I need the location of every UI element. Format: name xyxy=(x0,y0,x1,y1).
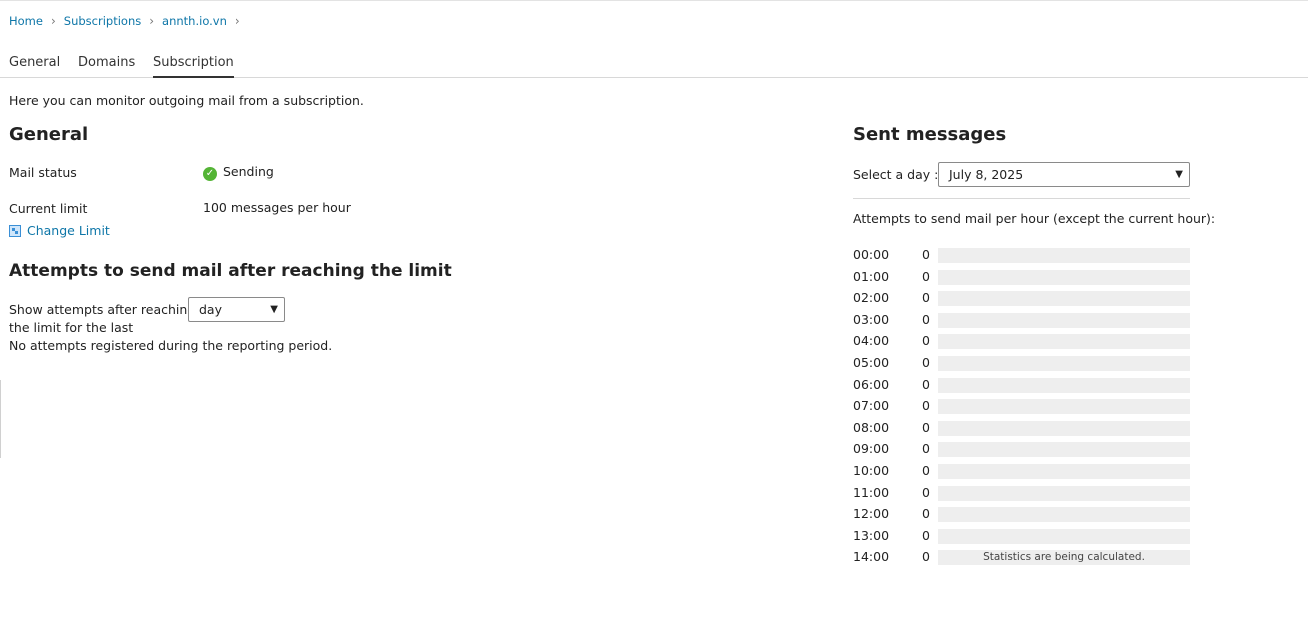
mail-status-value: Sending xyxy=(223,164,274,179)
hour-label: 12:00 xyxy=(853,506,890,522)
hour-label: 01:00 xyxy=(853,268,890,284)
hour-bar xyxy=(938,291,1190,307)
day-select-value: July 8, 2025 xyxy=(949,167,1024,182)
chevron-right-icon: › xyxy=(234,14,240,28)
hour-bar: Statistics are being calculated. xyxy=(938,550,1190,566)
tab-general[interactable]: General xyxy=(9,55,60,76)
hour-label: 00:00 xyxy=(853,247,890,262)
hour-count: 0 xyxy=(922,311,930,327)
hour-label: 09:00 xyxy=(853,441,890,457)
change-limit-link[interactable]: Change Limit xyxy=(9,223,110,238)
hour-count: 0 xyxy=(922,527,930,543)
hour-count: 0 xyxy=(922,376,930,392)
hour-row: 03:00 0 xyxy=(853,311,1190,328)
hour-label: 08:00 xyxy=(853,419,890,435)
sent-messages-heading: Sent messages xyxy=(853,124,1007,145)
hour-row: 09:00 0 xyxy=(853,441,1190,458)
day-select[interactable]: July 8, 2025 ▼ xyxy=(938,162,1190,187)
hour-count: 0 xyxy=(922,333,930,349)
hour-bar xyxy=(938,399,1190,415)
hour-bar xyxy=(938,377,1190,393)
hour-row: 06:00 0 xyxy=(853,376,1190,393)
mail-status-label: Mail status xyxy=(9,165,77,180)
hour-label: 04:00 xyxy=(853,333,890,349)
hour-count: 0 xyxy=(922,506,930,522)
hour-label: 03:00 xyxy=(853,311,890,327)
divider xyxy=(853,198,1190,199)
hour-row: 13:00 0 xyxy=(853,527,1190,544)
left-edge-marker xyxy=(0,380,1,458)
period-select-value: day xyxy=(199,302,222,317)
chevron-right-icon: › xyxy=(149,14,155,28)
top-border xyxy=(0,0,1308,1)
hour-count: 0 xyxy=(922,355,930,370)
hour-bar xyxy=(938,312,1190,328)
hour-row: 07:00 0 xyxy=(853,398,1190,415)
hour-row: 00:00 0 xyxy=(853,247,1190,263)
hour-bar xyxy=(938,528,1190,544)
breadcrumb-domain[interactable]: annth.io.vn xyxy=(162,14,227,28)
select-day-label: Select a day : xyxy=(853,167,939,182)
hour-row: 02:00 0 xyxy=(853,290,1190,307)
tab-domains[interactable]: Domains xyxy=(78,55,135,76)
chart-caption: Attempts to send mail per hour (except t… xyxy=(853,211,1216,226)
hour-bar xyxy=(938,485,1190,501)
hour-row: 11:00 0 xyxy=(853,484,1190,501)
hour-count: 0 xyxy=(922,247,930,262)
intro-text: Here you can monitor outgoing mail from … xyxy=(9,93,364,108)
hour-bar xyxy=(938,248,1190,263)
no-attempts-text: No attempts registered during the report… xyxy=(9,338,333,353)
hour-row: 10:00 0 xyxy=(853,463,1190,479)
attempts-heading: Attempts to send mail after reaching the… xyxy=(9,261,452,281)
general-heading: General xyxy=(9,124,89,145)
hour-bar xyxy=(938,269,1190,285)
hour-count: 0 xyxy=(922,398,930,414)
hour-count: 0 xyxy=(922,463,930,478)
chevron-right-icon: › xyxy=(50,14,56,28)
hour-row: 01:00 0 xyxy=(853,268,1190,285)
hour-bar xyxy=(938,420,1190,436)
current-limit-value: 100 messages per hour xyxy=(203,200,351,215)
hour-count: 0 xyxy=(922,441,930,457)
hour-bar xyxy=(938,356,1190,371)
chevron-down-icon: ▼ xyxy=(270,304,278,315)
hour-row: 05:00 0 xyxy=(853,355,1190,371)
hour-label: 05:00 xyxy=(853,355,890,370)
hour-bar xyxy=(938,507,1190,523)
hour-label: 14:00 xyxy=(853,549,890,565)
check-circle-icon: ✓ xyxy=(203,167,217,181)
hour-count: 0 xyxy=(922,419,930,435)
hour-label: 07:00 xyxy=(853,398,890,414)
hour-count: 0 xyxy=(922,268,930,284)
hour-row: 12:00 0 xyxy=(853,506,1190,523)
show-attempts-label-line2: the limit for the last xyxy=(9,320,134,335)
hour-row: 08:00 0 xyxy=(853,419,1190,436)
hour-label: 02:00 xyxy=(853,290,890,306)
breadcrumb-subscriptions[interactable]: Subscriptions xyxy=(64,14,141,28)
hour-count: 0 xyxy=(922,549,930,565)
current-limit-label: Current limit xyxy=(9,201,88,216)
tab-bar: General Domains Subscription xyxy=(0,50,1308,78)
edit-limit-icon xyxy=(9,224,21,237)
breadcrumb-home[interactable]: Home xyxy=(9,14,43,28)
hour-label: 10:00 xyxy=(853,463,890,478)
hour-label: 13:00 xyxy=(853,527,890,543)
hour-label: 11:00 xyxy=(853,484,890,500)
period-select[interactable]: day ▼ xyxy=(188,297,285,322)
hour-bar xyxy=(938,334,1190,350)
breadcrumb: Home › Subscriptions › annth.io.vn › xyxy=(9,14,248,28)
change-limit-label: Change Limit xyxy=(27,223,110,238)
hour-row: 04:00 0 xyxy=(853,333,1190,350)
hour-count: 0 xyxy=(922,290,930,306)
hour-bar xyxy=(938,442,1190,458)
hour-note: Statistics are being calculated. xyxy=(983,551,1145,564)
show-attempts-label-line1: Show attempts after reaching xyxy=(9,302,196,317)
chevron-down-icon: ▼ xyxy=(1175,169,1183,180)
tab-subscription[interactable]: Subscription xyxy=(153,55,234,78)
hour-label: 06:00 xyxy=(853,376,890,392)
hour-count: 0 xyxy=(922,484,930,500)
hour-bar xyxy=(938,464,1190,479)
hour-row: 14:00 0 Statistics are being calculated. xyxy=(853,549,1190,566)
